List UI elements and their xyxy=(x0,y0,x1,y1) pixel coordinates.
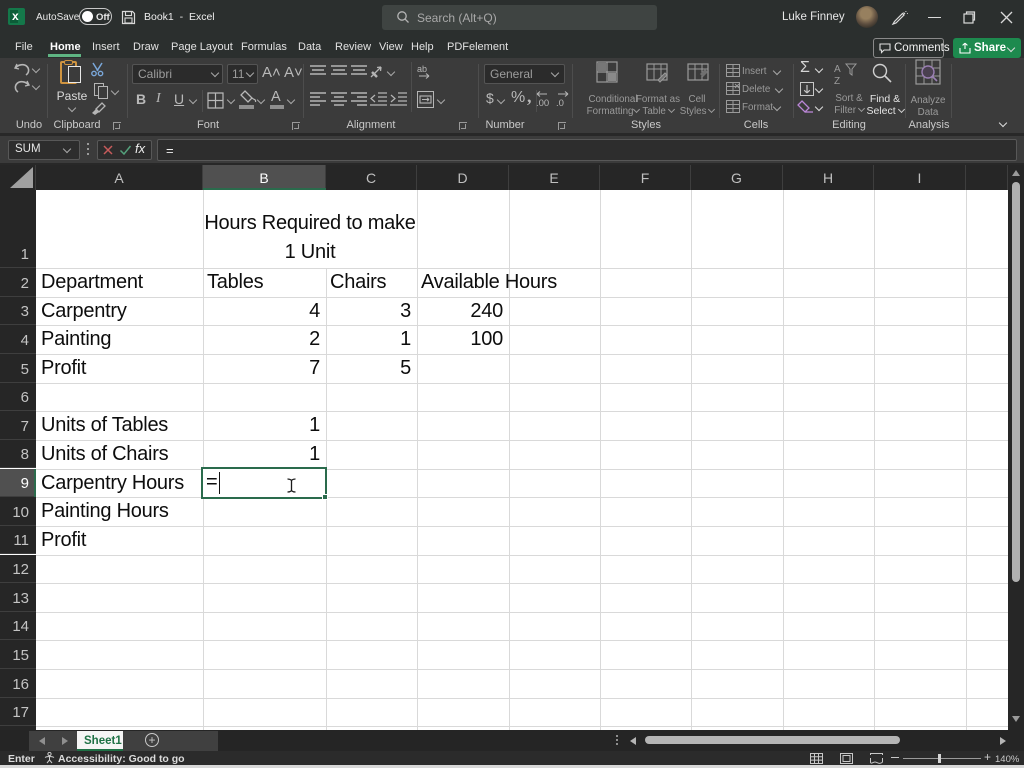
svg-text:Z: Z xyxy=(834,76,840,86)
svg-text:ab: ab xyxy=(417,64,427,74)
svg-text:.00: .00 xyxy=(536,98,549,107)
svg-text:.0: .0 xyxy=(556,98,564,107)
svg-text:A: A xyxy=(834,64,841,75)
